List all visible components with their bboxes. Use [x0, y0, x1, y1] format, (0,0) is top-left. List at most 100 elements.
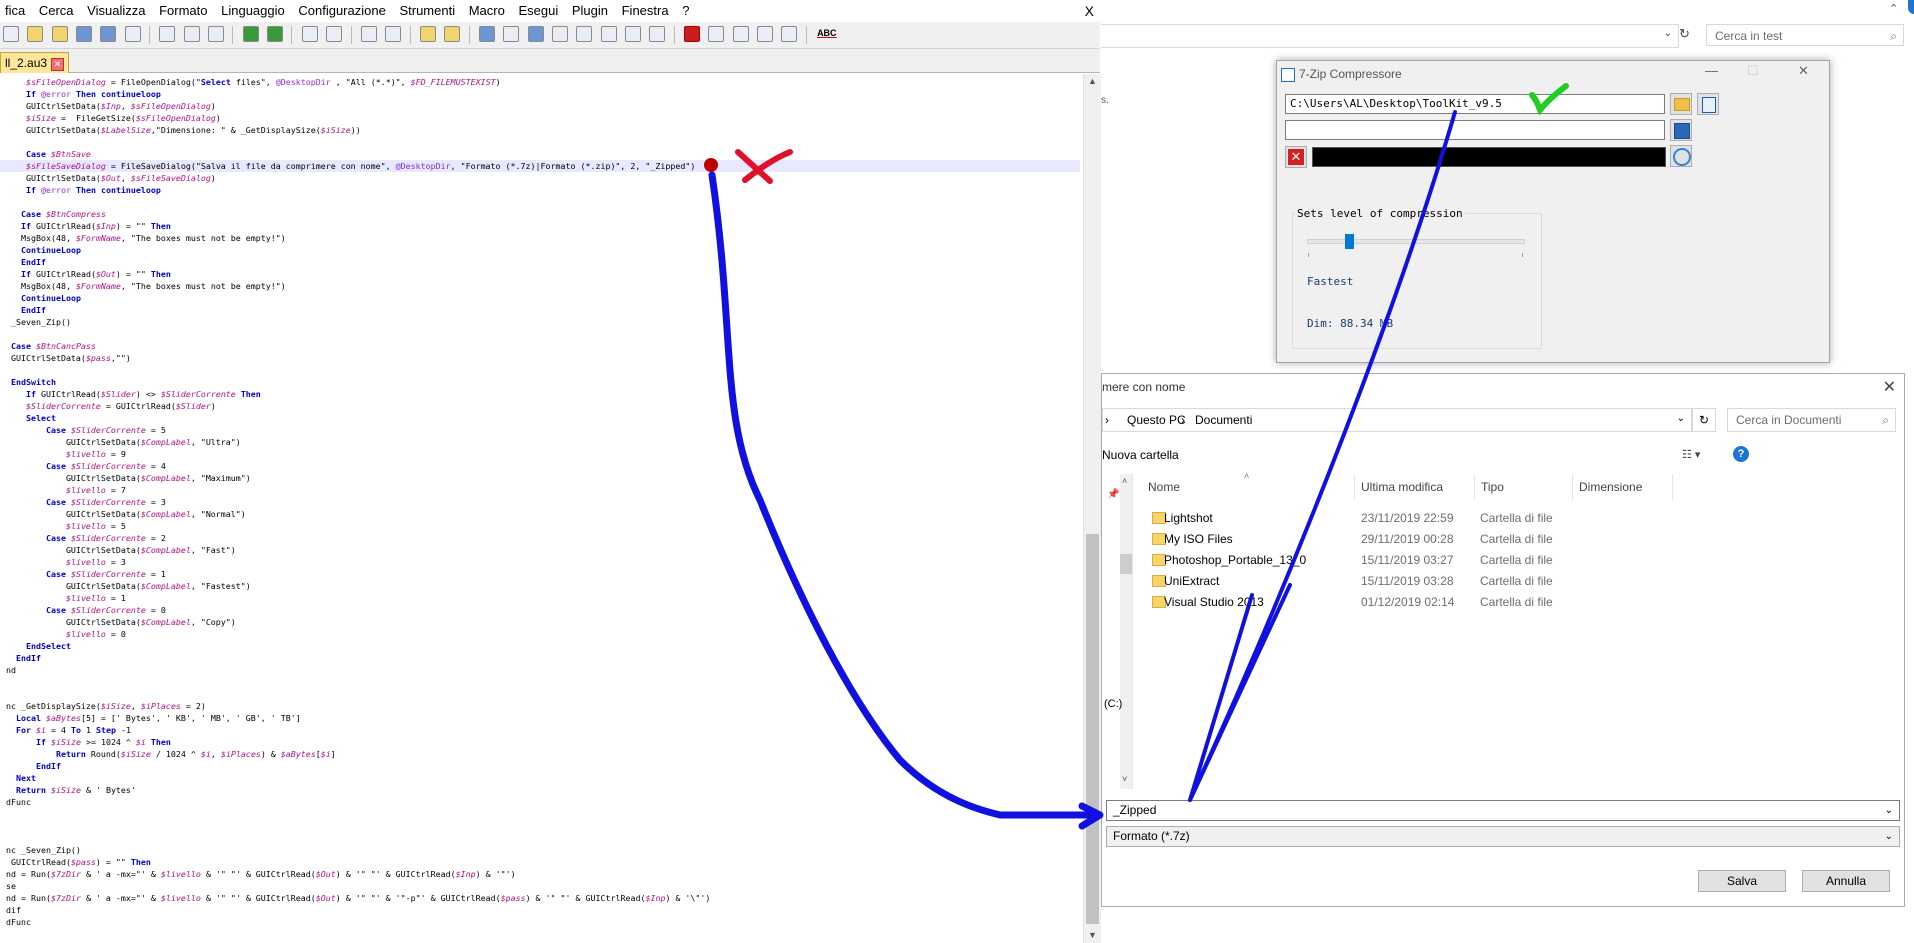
- filename-input[interactable]: _Zipped ⌄: [1106, 800, 1900, 821]
- navigation-scrollbar[interactable]: ˄ ˅: [1120, 474, 1132, 789]
- close-button[interactable]: ✕: [1798, 63, 1809, 79]
- browse-output-button[interactable]: [1670, 119, 1692, 141]
- minimize-button[interactable]: —: [1705, 63, 1718, 78]
- chevron-up-icon[interactable]: ⌃: [1889, 2, 1898, 15]
- record-macro-icon[interactable]: [684, 26, 700, 42]
- scroll-up-icon[interactable]: ˄: [1122, 476, 1127, 486]
- view-options-icon[interactable]: ☷ ▾: [1682, 448, 1700, 461]
- input-path-field[interactable]: C:\Users\AL\Desktop\ToolKit_v9.5: [1285, 94, 1665, 114]
- menu-item-plugin[interactable]: Plugin: [567, 0, 613, 18]
- cancel-button[interactable]: Annulla: [1802, 870, 1890, 892]
- zoom-in-icon[interactable]: [360, 26, 377, 42]
- undo-icon[interactable]: [242, 26, 259, 42]
- maximize-button[interactable]: ☐: [1747, 63, 1759, 79]
- password-field[interactable]: [1312, 147, 1666, 167]
- replace-icon[interactable]: [326, 26, 343, 42]
- column-header-type[interactable]: Tipo: [1475, 474, 1573, 500]
- chevron-down-icon[interactable]: ⌄: [1664, 28, 1672, 39]
- tab-document[interactable]: ll_2.au3 ✕: [0, 52, 70, 73]
- nav-drive-item[interactable]: (C:): [1104, 698, 1122, 710]
- search-input[interactable]: Cerca in Documenti ⌕: [1727, 408, 1896, 432]
- word-wrap-icon[interactable]: [478, 26, 495, 42]
- function-list-icon[interactable]: [600, 26, 617, 42]
- file-name: Visual Studio 2013: [1164, 595, 1264, 609]
- close-button[interactable]: ✕: [1883, 377, 1896, 397]
- column-header-size[interactable]: Dimensione: [1573, 474, 1673, 500]
- menu-item-tools[interactable]: Strumenti: [394, 0, 460, 18]
- column-header-modified[interactable]: Ultima modifica: [1355, 474, 1475, 500]
- find-icon[interactable]: [301, 26, 318, 42]
- menu-item-view[interactable]: Visualizza: [82, 0, 150, 18]
- background-address-bar[interactable]: ⌄: [1101, 24, 1679, 48]
- scroll-up-icon[interactable]: ▲: [1088, 76, 1097, 86]
- new-file-icon[interactable]: [3, 26, 19, 42]
- code-editor[interactable]: $sFileOpenDialog = FileOpenDialog("Selec…: [0, 74, 1083, 943]
- sync-scroll-v-icon[interactable]: [419, 26, 436, 42]
- doc-map-icon[interactable]: [576, 26, 593, 42]
- menu-item-run[interactable]: Esegui: [513, 0, 563, 18]
- scrollbar-thumb[interactable]: [1120, 554, 1132, 574]
- refresh-button[interactable]: ↻: [1692, 408, 1716, 432]
- refresh-icon[interactable]: ↻: [1679, 26, 1690, 42]
- scroll-down-icon[interactable]: ˅: [1122, 774, 1127, 784]
- run-macro-multiple-icon[interactable]: [757, 26, 774, 42]
- scrollbar-thumb[interactable]: [1086, 534, 1099, 924]
- file-row[interactable]: My ISO Files 29/11/2019 00:28 Cartella d…: [1142, 529, 1702, 549]
- close-document-button[interactable]: X: [1085, 3, 1094, 19]
- compression-slider-thumb[interactable]: [1345, 234, 1355, 249]
- chevron-down-icon[interactable]: ⌄: [1677, 413, 1685, 424]
- menu-item-edit[interactable]: fica: [0, 0, 30, 18]
- panel-button[interactable]: [1697, 93, 1719, 115]
- redo-icon[interactable]: [267, 26, 284, 42]
- indent-guide-icon[interactable]: [527, 26, 544, 42]
- menu-item-search[interactable]: Cerca: [34, 0, 79, 18]
- copy-icon[interactable]: [183, 26, 200, 42]
- menu-item-window[interactable]: Finestra: [617, 0, 674, 18]
- file-row[interactable]: UniExtract 15/11/2019 03:28 Cartella di …: [1142, 571, 1702, 591]
- open-file-icon[interactable]: [27, 26, 44, 42]
- show-all-chars-icon[interactable]: [503, 26, 520, 42]
- help-icon[interactable]: [1908, 0, 1914, 14]
- output-path-field[interactable]: [1285, 120, 1665, 140]
- file-row[interactable]: Visual Studio 2013 01/12/2019 02:14 Cart…: [1142, 592, 1702, 612]
- save-all-icon[interactable]: [100, 26, 117, 42]
- background-search-input[interactable]: Cerca in test ⌕: [1706, 24, 1904, 46]
- browse-input-button[interactable]: [1670, 93, 1692, 115]
- file-row[interactable]: Photoshop_Portable_13_0 15/11/2019 03:27…: [1142, 550, 1702, 570]
- compression-slider[interactable]: [1307, 239, 1525, 244]
- paste-icon[interactable]: [208, 26, 225, 42]
- clear-password-button[interactable]: ✕: [1285, 146, 1307, 168]
- spell-check-icon[interactable]: ABC: [817, 28, 837, 38]
- menu-item-help[interactable]: ?: [677, 0, 694, 18]
- filetype-select[interactable]: Formato (*.7z) ⌄: [1106, 826, 1900, 847]
- file-row[interactable]: Lightshot 23/11/2019 22:59 Cartella di f…: [1142, 508, 1702, 528]
- breadcrumb-this-pc[interactable]: Questo PC: [1127, 413, 1186, 427]
- save-macro-icon[interactable]: [781, 26, 798, 42]
- compress-button[interactable]: [1670, 145, 1692, 167]
- menu-item-language[interactable]: Linguaggio: [216, 0, 290, 18]
- help-icon[interactable]: ?: [1733, 446, 1749, 462]
- breadcrumb-documents[interactable]: Documenti: [1195, 413, 1252, 427]
- sync-scroll-h-icon[interactable]: [444, 26, 461, 42]
- monitoring-icon[interactable]: [649, 26, 666, 42]
- cut-icon[interactable]: [159, 26, 176, 42]
- scroll-down-icon[interactable]: ▼: [1088, 930, 1097, 940]
- chevron-down-icon[interactable]: ⌄: [1885, 827, 1893, 846]
- print-icon[interactable]: [124, 26, 141, 42]
- menu-item-settings[interactable]: Configurazione: [293, 0, 390, 18]
- close-tab-icon[interactable]: ✕: [51, 58, 65, 71]
- stop-macro-icon[interactable]: [708, 26, 725, 42]
- chevron-down-icon[interactable]: ⌄: [1885, 801, 1893, 820]
- folder-workspace-icon[interactable]: [624, 26, 641, 42]
- zoom-out-icon[interactable]: [385, 26, 402, 42]
- reload-icon[interactable]: [51, 26, 68, 42]
- save-button[interactable]: Salva: [1698, 870, 1786, 892]
- editor-vertical-scrollbar[interactable]: ▲ ▼: [1083, 74, 1101, 943]
- menu-item-format[interactable]: Formato: [154, 0, 212, 18]
- play-macro-icon[interactable]: [732, 26, 749, 42]
- udl-icon[interactable]: [551, 26, 568, 42]
- menu-item-macro[interactable]: Macro: [464, 0, 510, 18]
- new-folder-button[interactable]: Nuova cartella: [1102, 448, 1179, 462]
- address-bar[interactable]: › Questo PC › Documenti ⌄: [1102, 408, 1692, 432]
- save-icon[interactable]: [76, 26, 93, 42]
